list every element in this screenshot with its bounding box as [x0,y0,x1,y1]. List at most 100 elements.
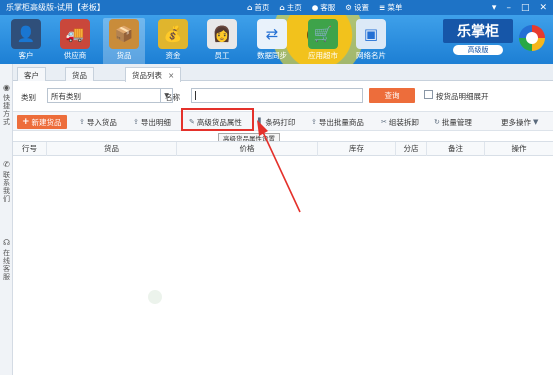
highlight-box [181,108,254,131]
sidebar-item-contact[interactable]: ✆ 联系我们 [0,160,13,204]
goods-icon: 📦 [109,19,139,49]
assemble-split-button[interactable]: ✂ 组装拆卸 [381,115,419,129]
tab-label: 客户 [24,71,39,80]
table-body [13,157,553,375]
close-icon[interactable]: ✕ [539,3,547,13]
module-label: 客户 [18,51,34,60]
category-value: 所有类别 [51,92,81,101]
top-link-menu[interactable]: ≡ 菜单 [379,2,402,13]
column-header-remarks[interactable]: 备注 [427,142,485,156]
column-header-stock[interactable]: 库存 [318,142,396,156]
sidebar-item-online-service[interactable]: ☊ 在线客服 [0,238,13,282]
category-label: 类别 [21,93,36,102]
export-icon: ⇪ [133,118,139,126]
plus-icon: + [22,117,30,127]
top-link-label: 主页 [286,3,302,12]
tab-label: 货品 [72,71,87,80]
brand-name: 乐掌柜 [443,19,513,43]
name-input[interactable] [191,88,363,103]
sidebar-item-label: 快捷方式 [3,94,10,126]
app-title: 乐掌柜高级版-试用【老板】 [6,3,105,12]
module-app-store[interactable]: 🛒 应用超市 [302,18,344,64]
sync-icon: ⇄ [257,19,287,49]
home-icon: ⌂ [247,3,253,12]
column-header-row-number[interactable]: 行号 [13,142,47,156]
import-goods-button[interactable]: ⇪ 导入货品 [79,115,117,129]
column-header-branch[interactable]: 分店 [396,142,427,156]
button-label: 条码打印 [265,117,296,127]
button-label: 更多操作 [501,117,531,127]
export-icon: ⇪ [311,118,317,126]
module-label: 应用超市 [308,51,338,60]
brand: 乐掌柜 高级版 [443,19,513,57]
top-link-service[interactable]: ● 客服 [312,2,336,13]
title-bar: 乐掌柜高级版-试用【老板】 ⌂ 首页 ⌂ 主页 ● 客服 ⚙ 设置 ≡ 菜单 ▾ – □ … [0,0,553,15]
tab-label: 货品列表 [132,71,162,80]
shortcut-icon: ◉ [3,83,10,92]
top-link-settings[interactable]: ⚙ 设置 [345,2,369,13]
top-links: ⌂ 首页 ⌂ 主页 ● 客服 ⚙ 设置 ≡ 菜单 [247,0,402,15]
top-link-label: 设置 [354,3,370,12]
staff-icon: 👩 [207,19,237,49]
module-bar: 👤 客户 🚚 供应商 📦 货品 💰 资金 👩 员工 ⇄ 数据同步 🛒 应用超市 … [0,15,553,64]
module-staff[interactable]: 👩 员工 [201,18,243,64]
button-label: 导出批量商品 [318,117,364,127]
import-icon: ⇪ [79,118,85,126]
scissors-icon: ✂ [381,118,387,126]
supplier-icon: 🚚 [60,19,90,49]
money-icon: 💰 [158,19,188,49]
side-strip: ◉ 快捷方式 ✆ 联系我们 ☊ 在线客服 [0,64,13,375]
top-link-label: 客服 [320,3,336,12]
top-link-main[interactable]: ⌂ 主页 [279,2,301,13]
store-icon: 🛒 [308,19,338,49]
column-header-goods[interactable]: 货品 [47,142,177,156]
name-label: 名称 [165,93,180,102]
card-icon: ▣ [356,19,386,49]
home-icon: ⌂ [279,3,285,12]
tab-strip: 客户 货品 货品列表 × [13,64,553,82]
headset-icon: ☊ [2,238,11,247]
module-label: 网络名片 [356,51,386,60]
new-goods-button[interactable]: + 新建货品 [17,115,67,129]
sidebar-item-label: 联系我们 [3,171,10,203]
barcode-print-button[interactable]: ▌ 条码打印 [258,115,295,129]
module-label: 货品 [116,51,132,60]
button-label: 批量管理 [441,117,472,127]
maximize-icon[interactable]: □ [521,3,530,13]
module-supplier[interactable]: 🚚 供应商 [54,18,96,64]
more-actions-button[interactable]: 更多操作 ▼ [501,115,538,129]
module-business-card[interactable]: ▣ 网络名片 [350,18,392,64]
minimize-icon[interactable]: – [506,3,511,13]
batch-manage-button[interactable]: ↻ 批量管理 [434,115,472,129]
tab-goods-list[interactable]: 货品列表 × [125,67,182,82]
query-button[interactable]: 查询 [369,88,415,103]
module-label: 数据同步 [257,51,287,60]
module-label: 员工 [214,51,230,60]
tab-close-icon[interactable]: × [168,71,174,80]
tab-goods[interactable]: 货品 [65,67,94,81]
module-customer[interactable]: 👤 客户 [5,18,47,64]
refresh-icon: ↻ [434,118,440,126]
export-selected-button[interactable]: ⇪ 导出批量商品 [311,115,364,129]
button-label: 导出明细 [140,117,171,127]
goods-table: 行号 货品 价格 库存 分店 备注 操作 [13,141,553,156]
brand-logo-icon [519,25,545,51]
expand-detail-checkbox[interactable] [424,90,433,99]
category-select[interactable]: 所有类别 ▼ [47,88,173,103]
column-header-price[interactable]: 价格 [177,142,318,156]
module-sync[interactable]: ⇄ 数据同步 [251,18,293,64]
phone-icon: ✆ [3,160,10,169]
top-link-home[interactable]: ⌂ 首页 [247,2,269,13]
menu-icon: ≡ [379,3,386,12]
export-detail-button[interactable]: ⇪ 导出明细 [133,115,171,129]
toolbar: + 新建货品 ⇪ 导入货品 ⇪ 导出明细 ✎ 高级货品属性 ▌ 条码打印 ⇪ 导出批量商品 … [13,111,553,131]
tab-customer[interactable]: 客户 [17,67,46,81]
brand-edition: 高级版 [453,45,503,55]
skin-icon[interactable]: ▾ [492,3,497,13]
module-label: 资金 [165,51,181,60]
sidebar-item-shortcut[interactable]: ◉ 快捷方式 [0,83,13,127]
module-money[interactable]: 💰 资金 [152,18,194,64]
column-header-actions[interactable]: 操作 [485,142,553,156]
module-goods[interactable]: 📦 货品 [103,18,145,64]
customer-icon: 👤 [11,19,41,49]
